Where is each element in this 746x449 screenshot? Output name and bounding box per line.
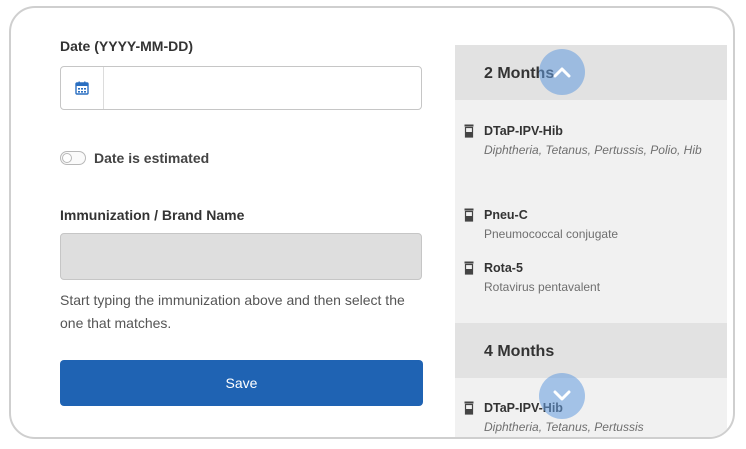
scroll-up-button[interactable]	[539, 49, 585, 95]
date-input[interactable]	[104, 67, 420, 109]
date-label: Date (YYYY-MM-DD)	[60, 38, 194, 54]
estimated-label: Date is estimated	[94, 150, 210, 166]
vaccine-description: Diphtheria, Tetanus, Pertussis, Polio, H…	[484, 143, 702, 157]
group-header-4-months: 4 Months	[455, 323, 727, 378]
vaccine-description: Diphtheria, Tetanus, Pertussis	[484, 420, 644, 434]
group-header-2-months: 2 Months	[455, 45, 727, 100]
calendar-icon[interactable]	[61, 67, 104, 109]
form-card: Date (YYYY-MM-DD) Date is estimated Immu…	[9, 6, 735, 439]
vaccine-description: Rotavirus pentavalent	[484, 280, 601, 294]
brand-name-input[interactable]	[60, 233, 422, 280]
vaccine-vial-icon	[464, 261, 474, 275]
estimated-toggle[interactable]	[60, 151, 86, 165]
vaccine-vial-icon	[464, 208, 474, 222]
vaccine-vial-icon	[464, 124, 474, 138]
brand-help-text: Start typing the immunization above and …	[60, 292, 405, 331]
group-title: 4 Months	[484, 343, 555, 360]
chevron-up-icon	[553, 67, 571, 78]
vaccine-name: Rota-5	[484, 261, 523, 275]
vaccine-name: Pneu-C	[484, 208, 528, 222]
vaccine-vial-icon	[464, 401, 474, 415]
brand-label: Immunization / Brand Name	[60, 207, 245, 223]
immunization-schedule-panel[interactable]: 2 Months DTaP-IPV-Hib Diphtheria, Tetanu…	[455, 45, 727, 437]
date-input-group	[60, 66, 422, 110]
estimated-toggle-row: Date is estimated	[60, 150, 209, 166]
chevron-down-icon	[553, 390, 571, 401]
vaccine-name: DTaP-IPV-Hib	[484, 124, 563, 138]
scroll-down-button[interactable]	[539, 373, 585, 419]
vaccine-description: Pneumococcal conjugate	[484, 227, 619, 241]
save-button[interactable]: Save	[60, 360, 423, 406]
